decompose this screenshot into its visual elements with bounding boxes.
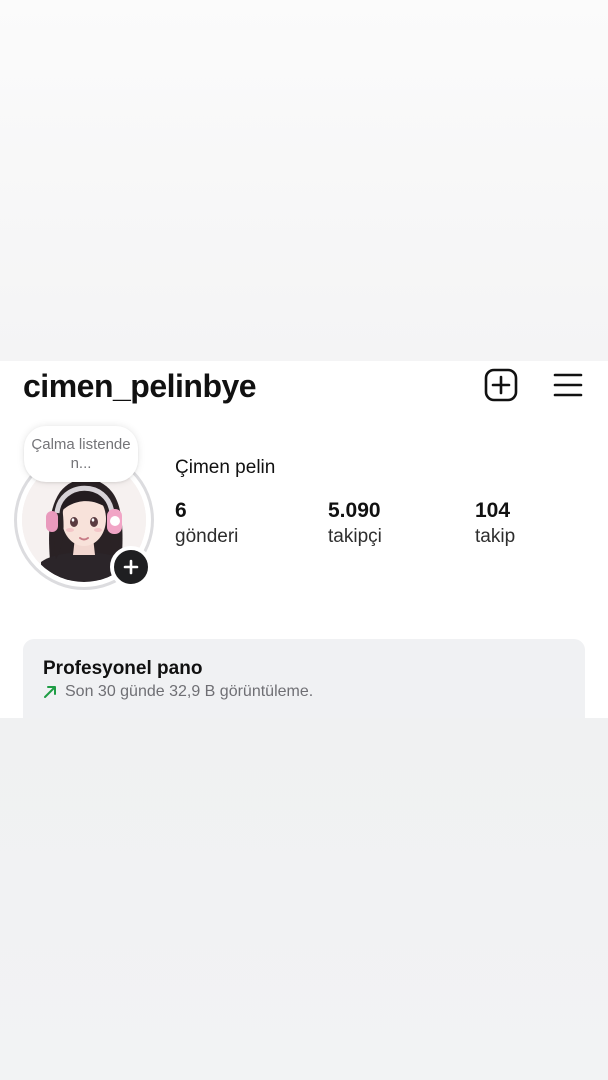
hamburger-menu-icon bbox=[553, 373, 583, 397]
profile-note-bubble[interactable]: Çalma listende n... bbox=[24, 426, 138, 482]
dashboard-subtitle-row: Son 30 günde 32,9 B görüntüleme. bbox=[43, 682, 313, 702]
plus-square-icon bbox=[484, 368, 518, 402]
empty-top-area bbox=[0, 0, 608, 361]
posts-label: gönderi bbox=[175, 526, 239, 547]
posts-count: 6 bbox=[175, 499, 187, 522]
profile-username[interactable]: cimen_pelinbye bbox=[23, 365, 257, 407]
dashboard-subtitle: Son 30 günde 32,9 B görüntüleme. bbox=[65, 683, 314, 700]
menu-button[interactable] bbox=[548, 365, 588, 405]
followers-stat[interactable]: 5.090 takipçi bbox=[328, 498, 382, 549]
plus-icon bbox=[123, 559, 139, 575]
profile-note-text: Çalma listende n... bbox=[31, 436, 131, 472]
trend-up-icon bbox=[43, 685, 57, 699]
add-story-button[interactable] bbox=[110, 546, 152, 588]
posts-stat[interactable]: 6 gönderi bbox=[175, 498, 238, 549]
followers-count: 5.090 bbox=[328, 499, 381, 522]
followers-label: takipçi bbox=[328, 526, 382, 547]
following-stat[interactable]: 104 takip bbox=[475, 498, 515, 549]
create-post-button[interactable] bbox=[481, 365, 521, 405]
dashboard-title: Profesyonel pano bbox=[43, 658, 203, 679]
professional-dashboard-card[interactable]: Profesyonel pano Son 30 günde 32,9 B gör… bbox=[23, 639, 585, 718]
following-label: takip bbox=[475, 526, 516, 547]
profile-full-name: Çimen pelin bbox=[175, 457, 276, 478]
empty-bottom-area bbox=[0, 718, 608, 1080]
following-count: 104 bbox=[475, 499, 511, 522]
